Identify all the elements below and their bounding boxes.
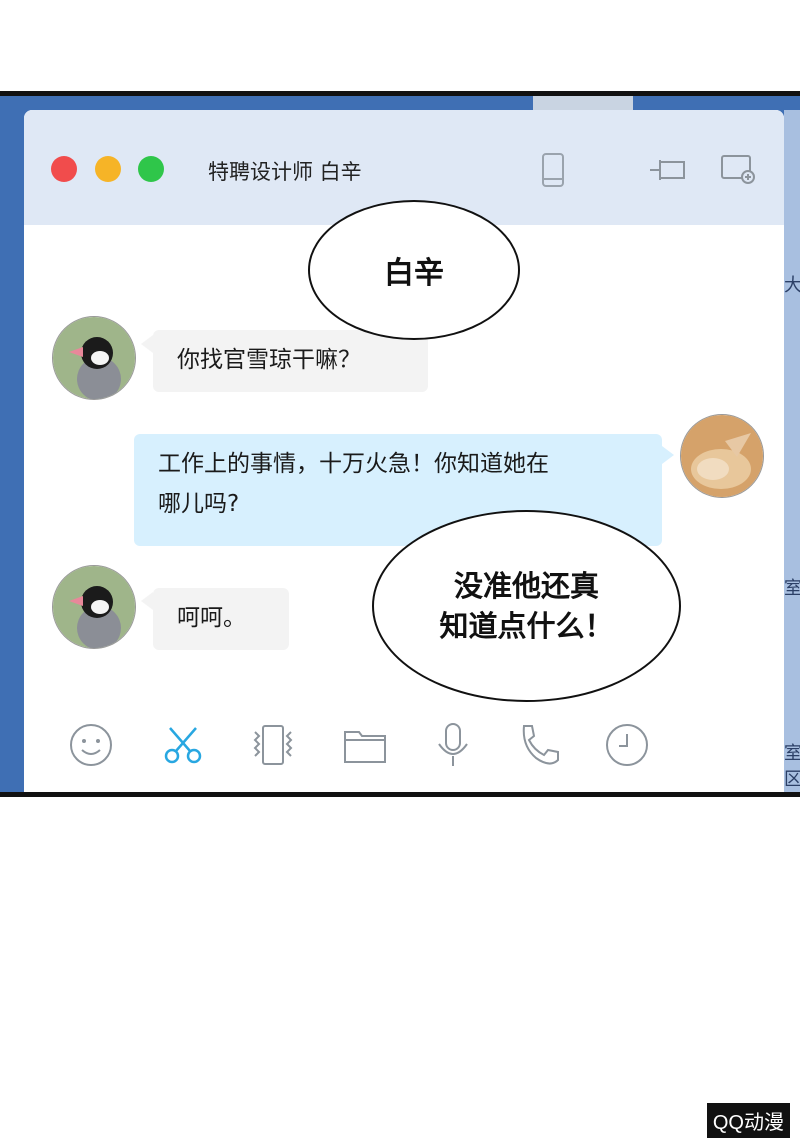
- background-side: [784, 110, 800, 792]
- watermark: QQ动漫: [706, 1103, 790, 1138]
- minimize-button[interactable]: [95, 156, 121, 182]
- contact-avatar[interactable]: [52, 316, 136, 400]
- thought-speech-balloon: 没准他还真 知道点什么！: [372, 510, 681, 702]
- message-bubble[interactable]: 呵呵。: [153, 588, 289, 650]
- emoji-icon[interactable]: [68, 722, 114, 768]
- speech-text: 知道点什么！: [439, 609, 614, 643]
- microphone-icon[interactable]: [430, 722, 476, 768]
- speech-text: 白辛: [384, 256, 444, 291]
- background-window-strip: [533, 96, 633, 110]
- contact-avatar[interactable]: [52, 565, 136, 649]
- bubble-tail: [662, 446, 674, 464]
- zoom-button[interactable]: [138, 156, 164, 182]
- phone-icon[interactable]: [540, 150, 566, 190]
- shake-icon[interactable]: [250, 722, 296, 768]
- speech-text: 没准他还真: [453, 569, 599, 603]
- window-title: 特聘设计师 白辛: [208, 160, 362, 184]
- comic-panel: 大 室 室区 特聘设计师 白辛: [0, 91, 800, 797]
- my-avatar[interactable]: [680, 414, 764, 498]
- background-char: 室区: [784, 739, 800, 791]
- phone-call-icon[interactable]: [516, 722, 562, 768]
- name-speech-balloon: 白辛: [308, 200, 520, 340]
- message-line: 工作上的事情，十万火急！你知道她在: [158, 451, 549, 477]
- bubble-tail: [141, 335, 153, 353]
- history-clock-icon[interactable]: [604, 722, 650, 768]
- background-char: 大: [784, 271, 800, 297]
- background-char: 室: [784, 574, 800, 600]
- scissors-icon[interactable]: [160, 722, 206, 768]
- message-bubble[interactable]: 你找官雪琼干嘛？: [153, 330, 428, 392]
- chat-window: 特聘设计师 白辛 你找官雪琼干嘛？ 工作上的事情，十万火急！你知道她在 哪儿吗?…: [24, 110, 784, 792]
- screen-share-icon[interactable]: [718, 150, 758, 190]
- close-button[interactable]: [51, 156, 77, 182]
- bubble-tail: [141, 592, 153, 610]
- pin-icon[interactable]: [646, 150, 690, 190]
- folder-icon[interactable]: [342, 722, 388, 768]
